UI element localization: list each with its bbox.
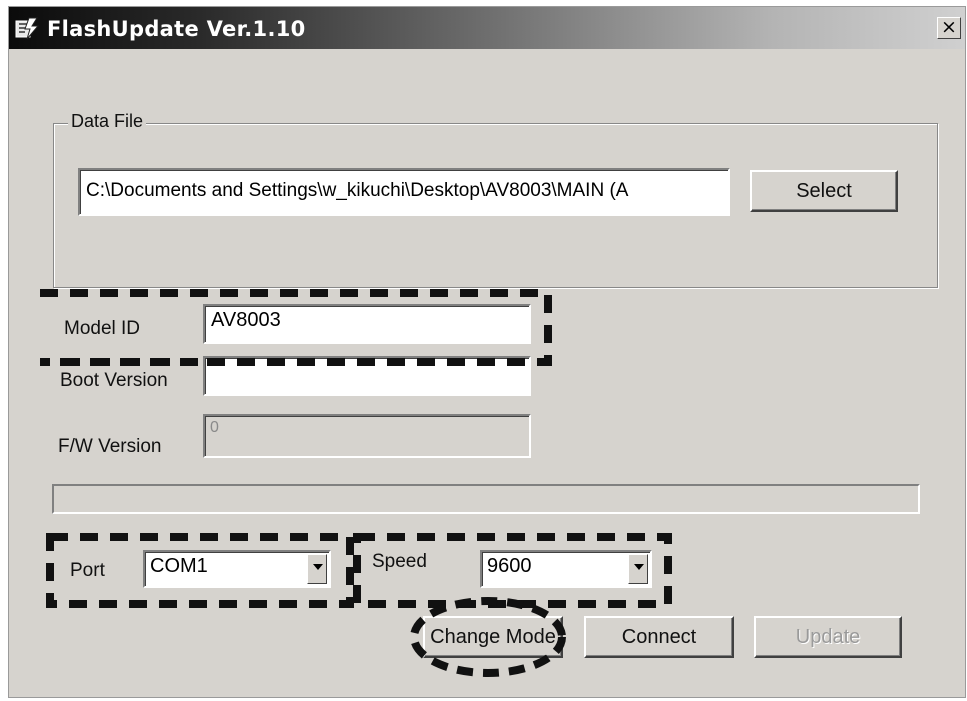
speed-label: Speed <box>372 551 427 572</box>
chevron-down-icon[interactable] <box>628 554 648 584</box>
port-label: Port <box>70 560 105 581</box>
port-select-value: COM1 <box>150 555 208 577</box>
boot-version-label: Boot Version <box>60 370 168 391</box>
change-mode-button[interactable]: Change Mode <box>423 616 563 658</box>
boot-version-field[interactable] <box>203 356 531 396</box>
speed-select-value: 9600 <box>487 555 532 577</box>
flash-app-icon <box>15 17 40 40</box>
fw-version-field: 0 <box>203 414 531 458</box>
close-button[interactable]: × <box>937 17 961 39</box>
window-title: FlashUpdate Ver.1.10 <box>47 17 306 41</box>
port-select[interactable]: COM1 <box>143 550 331 588</box>
title-bar[interactable]: FlashUpdate Ver.1.10 × <box>9 7 965 49</box>
update-button: Update <box>754 616 902 658</box>
fw-version-label: F/W Version <box>58 436 162 457</box>
model-id-field[interactable]: AV8003 <box>203 304 531 344</box>
flashupdate-window: FlashUpdate Ver.1.10 × Data File <box>8 6 966 698</box>
close-icon: × <box>941 16 957 38</box>
data-file-path-field[interactable]: C:\Documents and Settings\w_kikuchi\Desk… <box>78 168 730 216</box>
select-button[interactable]: Select <box>750 170 898 212</box>
chevron-down-icon[interactable] <box>307 554 327 584</box>
model-id-label: Model ID <box>64 318 141 339</box>
connect-button[interactable]: Connect <box>584 616 734 658</box>
progress-bar <box>52 484 920 514</box>
data-file-group-label: Data File <box>68 111 147 132</box>
speed-select[interactable]: 9600 <box>480 550 652 588</box>
